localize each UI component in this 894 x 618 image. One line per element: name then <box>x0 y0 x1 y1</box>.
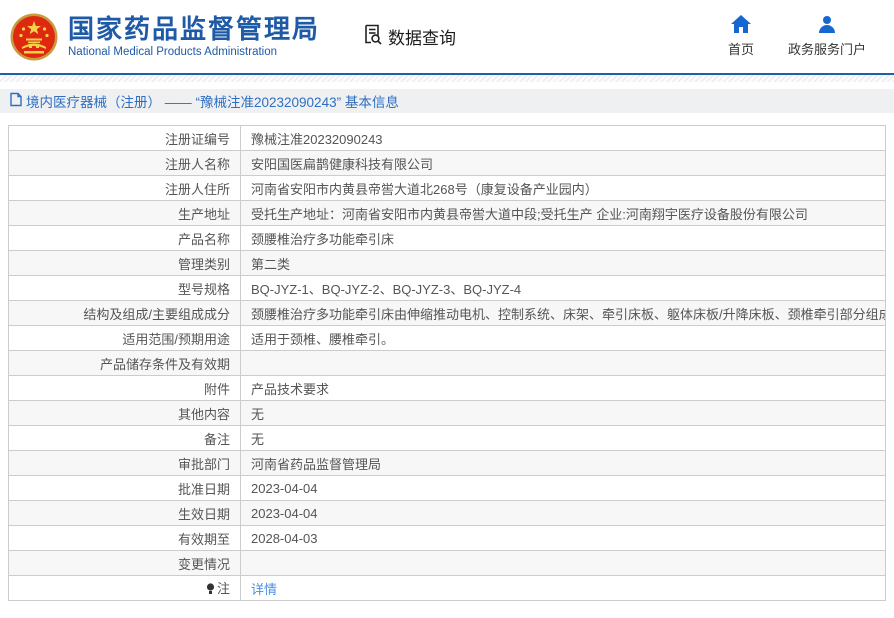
row-label: 其他内容 <box>8 400 241 426</box>
data-query-tab[interactable]: 数据查询 <box>362 23 456 50</box>
table-row: 注详情 <box>8 575 886 601</box>
doc-search-icon <box>362 23 388 50</box>
table-row: 审批部门 河南省药品监督管理局 <box>8 450 886 476</box>
table-row: 注册证编号 豫械注准20232090243 <box>8 125 886 151</box>
row-label: 注 <box>8 575 241 601</box>
document-icon <box>9 92 26 110</box>
row-value: 颈腰椎治疗多功能牵引床 <box>240 225 886 251</box>
site-subtitle: National Medical Products Administration <box>68 45 278 58</box>
breadcrumb-text: 境内医疗器械（注册） —— “豫械注准20232090243” 基本信息 <box>26 95 399 110</box>
row-value: 第二类 <box>240 250 886 276</box>
row-value: 豫械注准20232090243 <box>240 125 886 151</box>
nav-portal-label: 政务服务门户 <box>787 42 866 57</box>
table-row: 变更情况 <box>8 550 886 576</box>
row-label: 管理类别 <box>8 250 241 276</box>
data-query-label: 数据查询 <box>388 29 457 48</box>
table-row: 型号规格 BQ-JYZ-1、BQ-JYZ-2、BQ-JYZ-3、BQ-JYZ-4 <box>8 275 886 301</box>
user-icon <box>818 15 836 39</box>
table-row: 其他内容无 <box>8 400 886 426</box>
page-header: 国家药品监督管理局 National Medical Products Admi… <box>0 0 894 73</box>
nav-portal[interactable]: 政务服务门户 <box>788 15 866 58</box>
row-label: 注册人名称 <box>8 150 241 176</box>
table-row: 产品名称 颈腰椎治疗多功能牵引床 <box>8 225 886 251</box>
table-row: 生效日期 2023-04-04 <box>8 500 886 526</box>
info-table: 注册证编号 豫械注准20232090243 注册人名称 安阳国医扁鹊健康科技有限公司注… <box>8 125 886 601</box>
row-value: 河南省安阳市内黄县帝喾大道北268号（康复设备产业园内） <box>240 175 886 201</box>
row-value: 适用于颈椎、腰椎牵引。 <box>240 325 886 351</box>
row-value: 产品技术要求 <box>240 375 886 401</box>
row-value: 详情 <box>240 575 886 601</box>
row-label: 变更情况 <box>8 550 241 576</box>
row-label: 生效日期 <box>8 500 241 526</box>
row-label: 有效期至 <box>8 525 241 551</box>
national-emblem-icon <box>10 13 58 61</box>
row-label: 注册人住所 <box>8 175 241 201</box>
row-value: 河南省药品监督管理局 <box>240 450 886 476</box>
row-label: 审批部门 <box>8 450 241 476</box>
bulb-icon <box>206 583 215 598</box>
table-row: 有效期至 2028-04-03 <box>8 525 886 551</box>
row-label: 产品储存条件及有效期 <box>8 350 241 376</box>
row-label: 批准日期 <box>8 475 241 501</box>
table-row: 备注无 <box>8 425 886 451</box>
table-row: 结构及组成/主要组成成分 颈腰椎治疗多功能牵引床由伸缩推动电机、控制系统、床架、牵… <box>8 300 886 326</box>
row-label: 备注 <box>8 425 241 451</box>
row-label: 注册证编号 <box>8 125 241 151</box>
row-value: 2023-04-04 <box>240 475 886 501</box>
details-link[interactable]: 详情 <box>251 582 277 597</box>
row-label: 结构及组成/主要组成成分 <box>8 300 241 326</box>
row-label: 产品名称 <box>8 225 241 251</box>
row-value: 受托生产地址：河南省安阳市内黄县帝喾大道中段;受托生产 企业:河南翔宇医疗设备股… <box>240 200 886 226</box>
home-icon <box>730 15 751 39</box>
table-row: 批准日期 2023-04-04 <box>8 475 886 501</box>
row-value <box>240 350 886 376</box>
table-row: 管理类别 第二类 <box>8 250 886 276</box>
row-label: 型号规格 <box>8 275 241 301</box>
breadcrumb: 境内医疗器械（注册） —— “豫械注准20232090243” 基本信息 <box>0 89 894 113</box>
nav-home-label: 首页 <box>727 42 754 57</box>
row-value <box>240 550 886 576</box>
info-table-wrap: 注册证编号 豫械注准20232090243 注册人名称 安阳国医扁鹊健康科技有限公司注… <box>8 125 886 601</box>
row-value: 安阳国医扁鹊健康科技有限公司 <box>240 150 886 176</box>
row-label: 附件 <box>8 375 241 401</box>
top-nav: 首页 政务服务门户 <box>728 15 866 58</box>
row-label: 生产地址 <box>8 200 241 226</box>
row-value: 无 <box>240 425 886 451</box>
row-value: 2028-04-03 <box>240 525 886 551</box>
row-value: BQ-JYZ-1、BQ-JYZ-2、BQ-JYZ-3、BQ-JYZ-4 <box>240 275 886 301</box>
table-row: 注册人名称 安阳国医扁鹊健康科技有限公司 <box>8 150 886 176</box>
brand: 国家药品监督管理局 National Medical Products Admi… <box>10 13 320 61</box>
nav-home[interactable]: 首页 <box>728 15 754 58</box>
info-table-body: 注册证编号 豫械注准20232090243 注册人名称 安阳国医扁鹊健康科技有限公司注… <box>8 125 886 601</box>
hatch-band <box>0 75 894 82</box>
brand-text: 国家药品监督管理局 National Medical Products Admi… <box>68 14 321 58</box>
table-row: 附件 产品技术要求 <box>8 375 886 401</box>
row-value: 2023-04-04 <box>240 500 886 526</box>
site-title: 国家药品监督管理局 <box>68 14 321 45</box>
row-value: 颈腰椎治疗多功能牵引床由伸缩推动电机、控制系统、床架、牵引床板、躯体床板/升降床… <box>240 300 886 326</box>
row-value: 无 <box>240 400 886 426</box>
row-label: 适用范围/预期用途 <box>8 325 241 351</box>
table-row: 适用范围/预期用途 适用于颈椎、腰椎牵引。 <box>8 325 886 351</box>
table-row: 注册人住所 河南省安阳市内黄县帝喾大道北268号（康复设备产业园内） <box>8 175 886 201</box>
table-row: 生产地址 受托生产地址：河南省安阳市内黄县帝喾大道中段;受托生产 企业:河南翔宇医… <box>8 200 886 226</box>
table-row: 产品储存条件及有效期 <box>8 350 886 376</box>
